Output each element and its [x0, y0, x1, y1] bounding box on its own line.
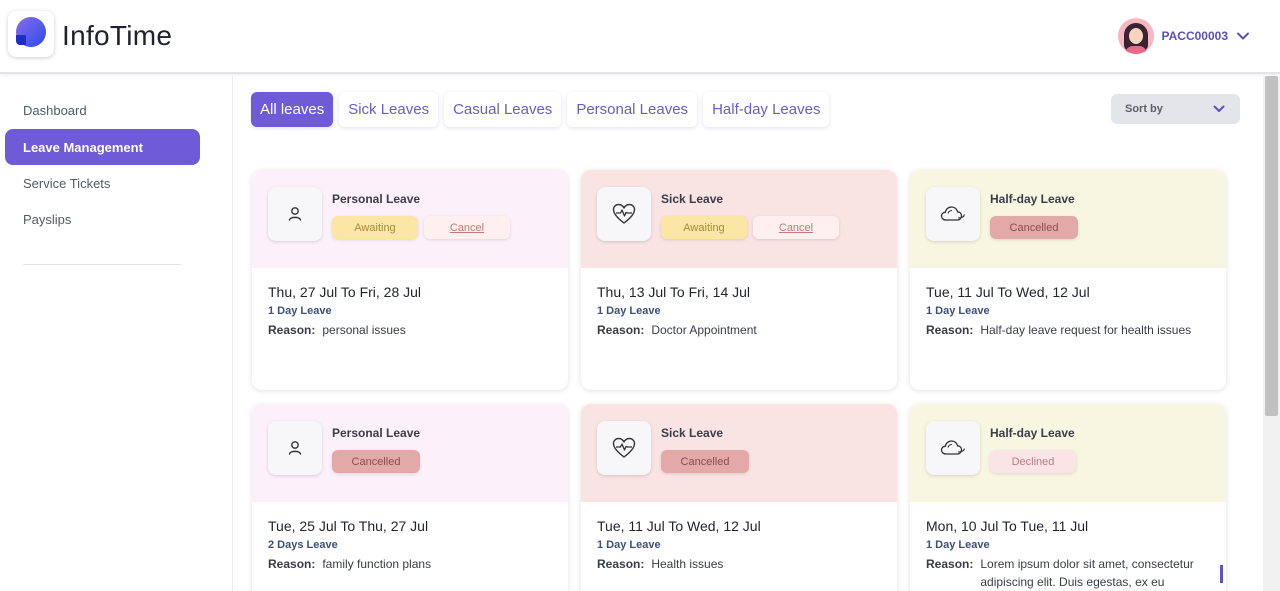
sort-by-dropdown[interactable]: Sort by	[1111, 94, 1240, 124]
reason-label: Reason:	[926, 557, 974, 571]
sort-by-label: Sort by	[1125, 103, 1163, 115]
leave-type: Personal Leave	[332, 192, 421, 206]
sidebar-item-label: Leave Management	[23, 139, 143, 155]
sidebar-item-leave-management[interactable]: Leave Management	[5, 129, 200, 165]
leave-card[interactable]: Sick Leave Cancelled Tue, 11 Jul To Wed,…	[581, 404, 897, 591]
cancel-button[interactable]: Cancel	[424, 216, 510, 239]
tab-personal-leaves[interactable]: Personal Leaves	[567, 92, 698, 127]
leave-card[interactable]: Sick Leave Awaiting Cancel Thu, 13 Jul T…	[581, 170, 897, 390]
leave-card[interactable]: Half-day Leave Cancelled Tue, 11 Jul To …	[910, 170, 1226, 390]
user-menu[interactable]: PACC00003	[1117, 18, 1250, 54]
sidebar: Dashboard Leave Management Service Ticke…	[0, 76, 233, 591]
tab-sick-leaves[interactable]: Sick Leaves	[339, 92, 439, 127]
leave-dates: Thu, 27 Jul To Fri, 28 Jul	[268, 284, 422, 300]
heartbeat-icon	[597, 187, 651, 241]
leave-duration: 1 Day Leave	[597, 305, 661, 317]
reason-label: Reason:	[597, 323, 645, 337]
reason-text: family function plans	[322, 557, 432, 571]
leave-card[interactable]: Half-day Leave Declined Mon, 10 Jul To T…	[910, 404, 1226, 591]
status-badge: Cancelled	[332, 450, 420, 473]
reason-text: personal issues	[322, 323, 406, 337]
reason-text: Half-day leave request for health issues	[980, 323, 1192, 337]
scroll-indicator	[1220, 565, 1223, 583]
app-logo-icon[interactable]	[8, 11, 54, 57]
sidebar-item-payslips[interactable]: Payslips	[5, 201, 200, 237]
cancel-button[interactable]: Cancel	[753, 216, 839, 239]
tab-half-day-leaves[interactable]: Half-day Leaves	[703, 92, 830, 127]
leave-duration: 1 Day Leave	[268, 305, 332, 317]
status-badge: Cancelled	[990, 216, 1078, 239]
reason-label: Reason:	[597, 557, 645, 571]
leave-duration: 2 Days Leave	[268, 539, 338, 551]
reason-text: Doctor Appointment	[651, 323, 757, 337]
sidebar-item-dashboard[interactable]: Dashboard	[5, 92, 200, 128]
leave-filter-tabs: All leaves Sick Leaves Casual Leaves Per…	[251, 92, 830, 127]
reason-label: Reason:	[268, 557, 316, 571]
app-title: InfoTime	[62, 20, 173, 51]
leave-type: Personal Leave	[332, 426, 421, 440]
leave-dates: Tue, 25 Jul To Thu, 27 Jul	[268, 518, 429, 534]
user-id-label: PACC00003	[1161, 29, 1228, 43]
status-badge: Awaiting	[332, 216, 418, 239]
leave-duration: 1 Day Leave	[926, 539, 990, 551]
scrollbar-thumb[interactable]	[1265, 76, 1278, 416]
sidebar-item-label: Payslips	[23, 211, 72, 227]
app-header: InfoTime PACC00003	[0, 0, 1280, 74]
leave-card[interactable]: Personal Leave Awaiting Cancel Thu, 27 J…	[252, 170, 568, 390]
sidebar-item-service-tickets[interactable]: Service Tickets	[5, 165, 200, 201]
leave-type: Sick Leave	[661, 192, 724, 206]
person-icon	[268, 421, 322, 475]
leave-type: Half-day Leave	[990, 192, 1075, 206]
status-badge: Cancelled	[661, 450, 749, 473]
chevron-down-icon[interactable]	[1236, 29, 1250, 43]
chevron-down-icon	[1213, 105, 1225, 112]
leave-duration: 1 Day Leave	[597, 539, 661, 551]
status-badge: Declined	[990, 450, 1076, 473]
sidebar-item-label: Dashboard	[23, 102, 87, 118]
avatar[interactable]	[1117, 18, 1154, 54]
leave-type: Half-day Leave	[990, 426, 1075, 440]
reason-label: Reason:	[268, 323, 316, 337]
reason-text: Health issues	[651, 557, 724, 571]
leave-dates: Thu, 13 Jul To Fri, 14 Jul	[597, 284, 751, 300]
sidebar-divider	[23, 264, 181, 265]
cloud-icon	[926, 421, 980, 475]
leave-card[interactable]: Personal Leave Cancelled Tue, 25 Jul To …	[252, 404, 568, 591]
tab-casual-leaves[interactable]: Casual Leaves	[444, 92, 562, 127]
reason-text: Lorem ipsum dolor sit amet, consectetur …	[980, 557, 1194, 589]
tab-all-leaves[interactable]: All leaves	[251, 92, 334, 127]
heartbeat-icon	[597, 421, 651, 475]
cloud-icon	[926, 187, 980, 241]
leave-dates: Tue, 11 Jul To Wed, 12 Jul	[597, 518, 761, 534]
leave-dates: Mon, 10 Jul To Tue, 11 Jul	[926, 518, 1089, 534]
leave-dates: Tue, 11 Jul To Wed, 12 Jul	[926, 284, 1090, 300]
leave-type: Sick Leave	[661, 426, 724, 440]
leave-duration: 1 Day Leave	[926, 305, 990, 317]
status-badge: Awaiting	[661, 216, 747, 239]
person-icon	[268, 187, 322, 241]
reason-label: Reason:	[926, 323, 974, 337]
sidebar-item-label: Service Tickets	[23, 175, 111, 191]
